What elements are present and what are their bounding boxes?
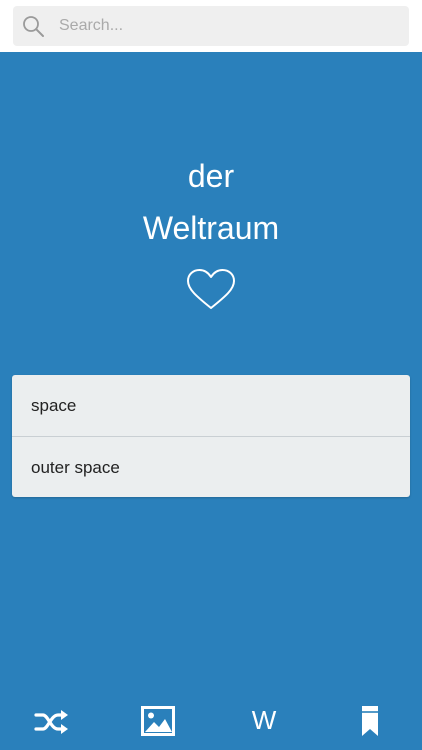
- bottom-nav-bar: W: [0, 690, 422, 750]
- search-icon: [21, 14, 45, 38]
- translation-item[interactable]: space: [12, 375, 410, 436]
- translations-card: space outer space: [12, 375, 410, 497]
- shuffle-button[interactable]: [22, 690, 82, 750]
- word-title: Weltraum: [142, 210, 280, 246]
- favorite-heart-icon[interactable]: [186, 268, 236, 312]
- search-box[interactable]: [13, 6, 409, 46]
- search-input[interactable]: [59, 6, 399, 46]
- translation-item[interactable]: outer space: [12, 436, 410, 497]
- bookmark-button[interactable]: [340, 690, 400, 750]
- word-article: der: [187, 158, 235, 194]
- top-bar: [0, 0, 422, 52]
- wikipedia-button[interactable]: W: [234, 690, 294, 750]
- image-button[interactable]: [128, 690, 188, 750]
